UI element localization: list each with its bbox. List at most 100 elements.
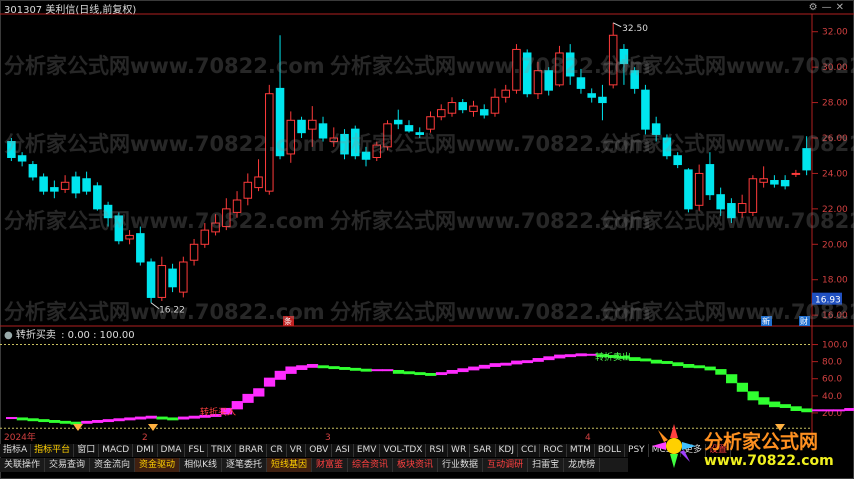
candle-body bbox=[254, 176, 263, 189]
chart-canvas[interactable]: 32.00 30.00 28.00 26.00 24.00 22.00 20.00 18.00… bbox=[0, 0, 854, 479]
settings-icon[interactable]: ⚙ bbox=[809, 2, 822, 13]
indicator-tab[interactable]: OBV bbox=[306, 444, 333, 457]
price-tick-label: 32.00 bbox=[822, 28, 848, 38]
function-tab[interactable]: 资金流向 bbox=[90, 458, 136, 472]
indicator-segment bbox=[457, 368, 469, 373]
indicator-tab[interactable]: TRIX bbox=[208, 444, 236, 457]
candle-body bbox=[469, 105, 478, 112]
indicator-tab[interactable]: WR bbox=[448, 444, 471, 457]
window-controls[interactable]: ⚙—✕ bbox=[809, 2, 848, 13]
indicator-tab[interactable]: PSY bbox=[625, 444, 649, 457]
indicator-tab[interactable]: RSI bbox=[426, 444, 449, 457]
function-tab[interactable]: 龙虎榜 bbox=[564, 458, 601, 472]
indicator-tab[interactable]: ASI bbox=[332, 444, 354, 457]
candle-body bbox=[114, 215, 124, 242]
candle-body bbox=[157, 265, 167, 298]
candle-body bbox=[533, 70, 543, 95]
price-tick-label: 26.00 bbox=[822, 134, 848, 144]
indicator-tab[interactable]: VOL-TDX bbox=[380, 444, 427, 457]
indicator-tab[interactable]: FSL bbox=[185, 444, 209, 457]
candle-body bbox=[694, 172, 704, 206]
function-tab[interactable]: 板块资讯 bbox=[393, 458, 439, 472]
event-marker-label: 新 bbox=[762, 316, 770, 326]
candle-body bbox=[673, 155, 682, 166]
timeline-year: 2024年 bbox=[4, 431, 36, 443]
indicator-tab[interactable]: SAR bbox=[470, 444, 496, 457]
indicator-tab[interactable]: BRAR bbox=[236, 444, 268, 457]
function-tab[interactable]: 行业数据 bbox=[438, 458, 484, 472]
candle-body bbox=[329, 137, 339, 143]
signal-triangle bbox=[148, 424, 158, 431]
indicator-tab[interactable]: CR bbox=[267, 444, 287, 457]
indicator-segment bbox=[812, 409, 824, 412]
indicator-tab[interactable]: MTM bbox=[567, 444, 595, 457]
candle-body bbox=[275, 87, 285, 157]
minimize-icon[interactable]: — bbox=[822, 2, 836, 13]
indicator-tab[interactable]: KDJ bbox=[496, 444, 518, 457]
candle-body bbox=[125, 234, 134, 240]
candle-body bbox=[716, 194, 725, 210]
indicator-segment bbox=[392, 369, 405, 374]
logo-line1: 分析家公式网 bbox=[704, 431, 819, 453]
function-tab[interactable]: 资金驱动 bbox=[135, 458, 181, 472]
indicator-tab[interactable]: VR bbox=[287, 444, 307, 457]
indicator-segment bbox=[511, 360, 523, 365]
indicator-tab[interactable]: 窗口 bbox=[74, 444, 100, 457]
price-tick-label: 28.00 bbox=[822, 99, 848, 109]
price-tick-label: 24.00 bbox=[822, 169, 848, 179]
sub-tick-label: 80.0 bbox=[822, 358, 842, 368]
function-tab[interactable]: 综合资讯 bbox=[348, 458, 394, 472]
function-tab[interactable]: 财富鉴 bbox=[312, 458, 349, 472]
low-pointer bbox=[150, 302, 160, 310]
candle-body bbox=[318, 123, 328, 139]
indicator-segment bbox=[640, 358, 652, 362]
indicator-segment bbox=[801, 408, 813, 413]
indicator-tab[interactable]: BOLL bbox=[595, 444, 626, 457]
indicator-segment bbox=[167, 417, 179, 421]
function-tab[interactable]: 互动调研 bbox=[483, 458, 529, 472]
candle-body bbox=[351, 128, 360, 157]
candle-body bbox=[544, 70, 553, 91]
function-tab[interactable]: 交易查询 bbox=[45, 458, 91, 472]
candle-body bbox=[17, 155, 27, 162]
candle-body bbox=[103, 204, 113, 219]
indicator-segment bbox=[274, 370, 286, 380]
function-tab[interactable]: 扫雷宝 bbox=[528, 458, 565, 472]
indicator-segment bbox=[382, 369, 394, 372]
indicator-tab[interactable]: 指标A bbox=[0, 444, 32, 457]
function-tab[interactable]: 相似K线 bbox=[180, 458, 222, 472]
indicator-segment bbox=[306, 364, 319, 368]
price-tick-label: 16.00 bbox=[822, 311, 848, 321]
function-tab[interactable]: 短线基因 bbox=[266, 458, 312, 472]
indicator-segment bbox=[650, 359, 663, 364]
indicator-segment bbox=[349, 367, 362, 371]
candle-body bbox=[780, 180, 790, 187]
function-tab[interactable]: 逐笔委托 bbox=[222, 458, 267, 472]
price-tick-label: 18.00 bbox=[822, 276, 848, 286]
buy-signal-label: 转折买入 bbox=[200, 406, 236, 418]
indicator-tab[interactable]: ROC bbox=[540, 444, 567, 457]
indicator-segment bbox=[446, 369, 458, 374]
indicator-segment bbox=[102, 419, 114, 423]
indicator-tab[interactable]: EMV bbox=[354, 444, 381, 457]
candle-body bbox=[426, 116, 435, 130]
indicator-segment bbox=[435, 372, 448, 376]
function-tab[interactable]: 关联操作 bbox=[0, 458, 46, 472]
indicator-segment bbox=[403, 371, 415, 375]
indicator-tab[interactable]: CCI bbox=[518, 444, 541, 457]
indicator-segment bbox=[16, 417, 28, 421]
indicator-tab[interactable]: DMI bbox=[133, 444, 158, 457]
candle-body bbox=[404, 125, 414, 132]
indicator-tab[interactable]: MACD bbox=[99, 444, 134, 457]
indicator-segment bbox=[177, 416, 190, 420]
indicator-segment bbox=[500, 362, 512, 366]
indicator-tab[interactable]: 指标平台 bbox=[31, 444, 75, 457]
candle-body bbox=[136, 233, 145, 263]
close-icon[interactable]: ✕ bbox=[836, 2, 848, 13]
indicator-segment bbox=[704, 366, 716, 371]
candle-body bbox=[619, 48, 629, 65]
candle-body bbox=[286, 119, 296, 155]
candle-body bbox=[383, 123, 392, 148]
indicator-tab[interactable]: DMA bbox=[158, 444, 186, 457]
candle-body bbox=[60, 181, 70, 190]
